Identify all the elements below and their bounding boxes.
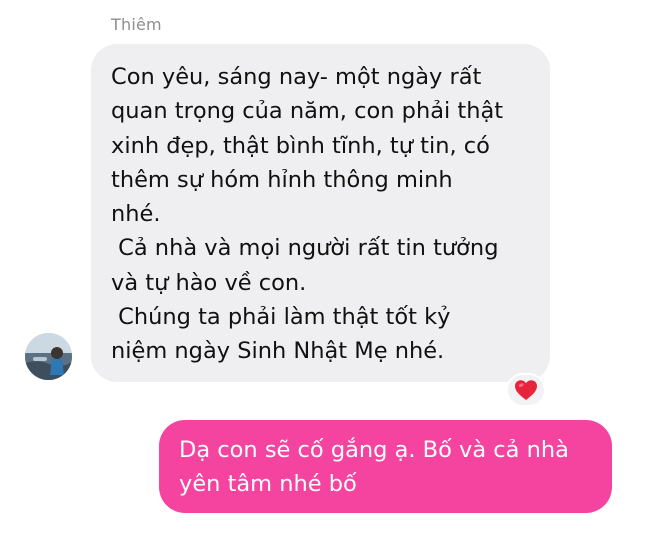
sender-name: Thiêm	[111, 15, 162, 34]
avatar-photo	[25, 333, 72, 380]
avatar[interactable]	[25, 333, 72, 380]
outgoing-message-bubble[interactable]: Dạ con sẽ cố gắng ạ. Bố và cả nhà yên tâ…	[159, 420, 612, 513]
incoming-message-bubble[interactable]: Con yêu, sáng nay- một ngày rất quan trọ…	[91, 44, 550, 382]
reaction-badge[interactable]	[506, 373, 546, 407]
heart-icon	[515, 380, 537, 400]
outgoing-message-text: Dạ con sẽ cố gắng ạ. Bố và cả nhà yên tâ…	[179, 437, 569, 497]
incoming-message-text: Con yêu, sáng nay- một ngày rất quan trọ…	[111, 64, 504, 365]
